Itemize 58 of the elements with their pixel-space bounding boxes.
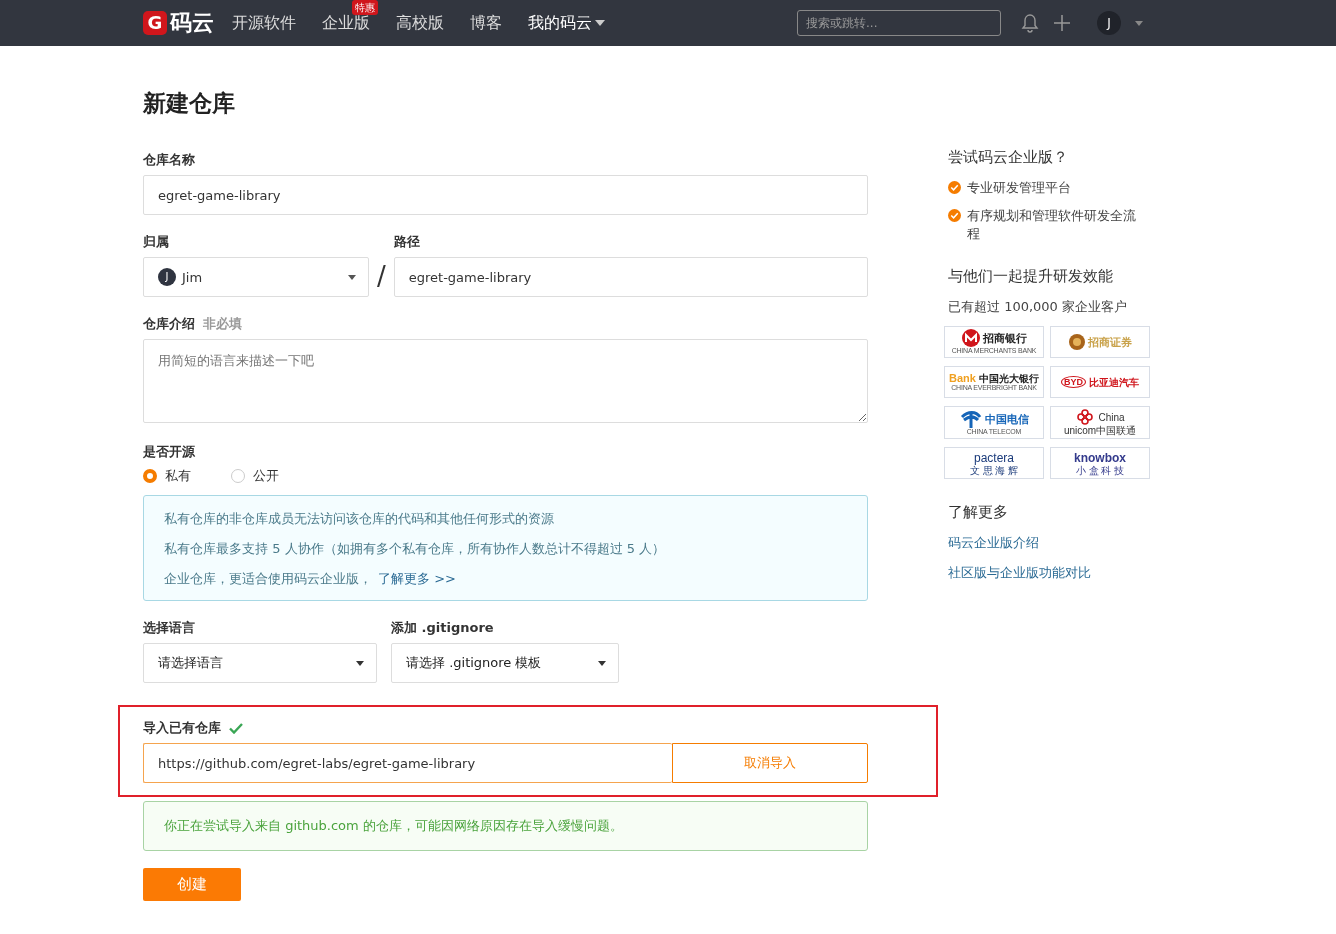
radio-label[interactable]: 公开: [253, 467, 279, 485]
radio-label[interactable]: 私有: [165, 467, 191, 485]
owner-select[interactable]: J Jim: [143, 257, 369, 297]
client-logo: 招商证券: [1050, 326, 1150, 358]
client-logo: China unicom中国联通: [1050, 406, 1150, 439]
path-field[interactable]: egret-game-library: [393, 257, 868, 297]
nav-link[interactable]: 企业版: [322, 12, 370, 34]
notice-text: 你正在尝试导入来自 github.com 的仓库，可能因网络原因存在导入缓慢问题。: [143, 801, 868, 851]
logo-text[interactable]: 码云: [170, 8, 214, 38]
repo-name-field[interactable]: egret-game-library: [143, 175, 868, 215]
section-title: 与他们一起提升研发效能: [948, 267, 1114, 286]
info-text: 私有仓库最多支持 5 人协作（如拥有多个私有仓库，所有协作人数总计不得超过 5 人）: [164, 540, 667, 558]
sidebar-link[interactable]: 码云企业版介绍: [948, 534, 1148, 552]
check-circle-icon: [948, 181, 961, 194]
gitignore-select[interactable]: 请选择 .gitignore 模板: [391, 643, 619, 683]
logo-mark[interactable]: G: [143, 11, 167, 35]
field-label: 归属: [143, 233, 170, 251]
caret-icon: [598, 661, 606, 666]
caret-icon: [348, 275, 356, 280]
nav-link[interactable]: 我的码云: [528, 12, 592, 34]
field-label: 仓库介绍: [143, 315, 195, 333]
info-text: 私有仓库的非仓库成员无法访问该仓库的代码和其他任何形式的资源: [164, 510, 555, 528]
field-label: 是否开源: [143, 443, 196, 461]
import-url-field[interactable]: https://github.com/egret-labs/egret-game-library: [143, 743, 672, 783]
section-title: 了解更多: [948, 503, 1009, 522]
optional-hint: 非必填: [203, 315, 242, 333]
nav-link[interactable]: 高校版: [396, 12, 444, 34]
client-logo: knowbox 小 盒 科 技: [1050, 447, 1150, 479]
search-field[interactable]: 搜索或跳转...: [797, 10, 1001, 36]
feature-text: 有序规划和管理软件研发全流程: [967, 207, 1137, 243]
nav-link[interactable]: 开源软件: [232, 12, 296, 34]
path-separator: /: [377, 261, 386, 291]
radio-button[interactable]: [143, 469, 157, 483]
bell-icon[interactable]: [1021, 13, 1039, 33]
section-title: 尝试码云企业版？: [948, 148, 1069, 167]
info-text: 企业仓库，更适合使用码云企业版，: [164, 570, 372, 588]
check-circle-icon: [948, 209, 961, 222]
plus-icon[interactable]: [1053, 14, 1071, 32]
page-title: 新建仓库: [143, 89, 236, 118]
learn-more-link[interactable]: 了解更多 >>: [378, 570, 456, 588]
caret-icon[interactable]: [1135, 20, 1143, 26]
description-field[interactable]: 用简短的语言来描述一下吧: [143, 339, 868, 423]
field-label: 添加 .gitignore: [391, 619, 495, 637]
user-avatar[interactable]: J: [1097, 11, 1121, 35]
promo-badge: 特惠: [352, 0, 378, 15]
language-select[interactable]: 请选择语言: [143, 643, 377, 683]
caret-icon[interactable]: [595, 20, 605, 26]
sidebar-link[interactable]: 社区版与企业版功能对比: [948, 564, 1148, 582]
feature-text: 专业研发管理平台: [967, 179, 1071, 197]
client-logo: BYD 比亚迪汽车: [1050, 366, 1150, 398]
field-label: 导入已有仓库: [143, 719, 221, 737]
client-count: 已有超过 100,000 家企业客户: [948, 298, 1129, 316]
caret-icon: [356, 661, 364, 666]
client-logo: pactera 文 思 海 辉: [944, 447, 1044, 479]
field-label: 选择语言: [143, 619, 196, 637]
nav-link[interactable]: 博客: [470, 12, 502, 34]
field-label: 路径: [393, 233, 421, 251]
field-label: 仓库名称: [143, 151, 196, 169]
